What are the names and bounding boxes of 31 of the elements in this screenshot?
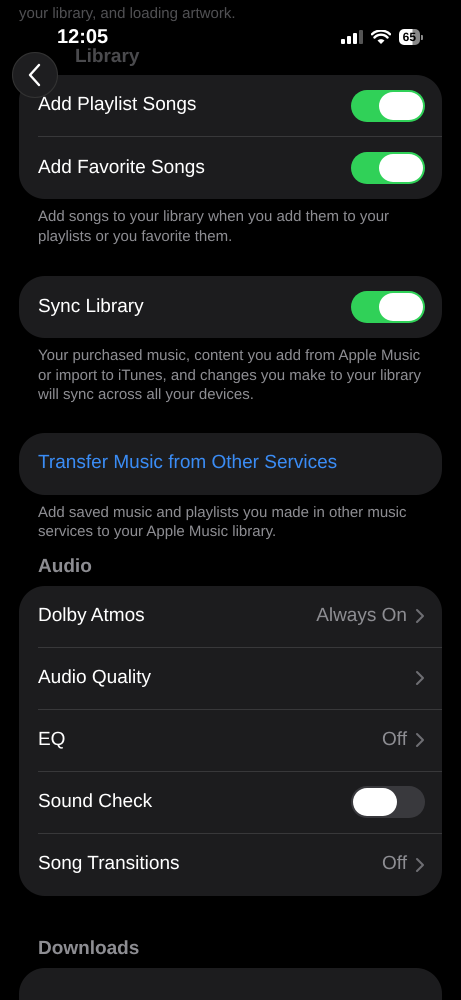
transfer-link[interactable]: Transfer Music from Other Services [38, 449, 338, 478]
setting-label: Sync Library [38, 294, 145, 319]
setting-value: Off [382, 728, 407, 752]
setting-label: Sound Check [38, 790, 154, 814]
footer-text: Add saved music and playlists you made in other music services to your Apple Music library. [37, 502, 408, 542]
setting-label: Add Favorite Songs [38, 156, 206, 180]
toggle-switch[interactable] [351, 90, 425, 122]
footer-text: Add songs to your library when you add them to your playlists or you favorite them. [37, 207, 390, 246]
toggle-switch[interactable] [351, 291, 425, 323]
chevron-icon[interactable] [415, 732, 425, 748]
chevron-icon[interactable] [415, 670, 425, 686]
setting-label: EQ [38, 728, 66, 752]
battery-level: 65 [398, 29, 420, 45]
toggle-switch[interactable] [351, 786, 425, 818]
setting-label: Song Transitions [38, 852, 181, 876]
chevron-icon[interactable] [415, 608, 425, 624]
toggle-switch[interactable] [351, 152, 425, 184]
chevron-icon[interactable] [415, 856, 425, 872]
section-header: Audio [37, 555, 93, 579]
setting-value: Off [382, 852, 407, 876]
footer-text: Your purchased music, content you add from Apple Music or import to iTunes, and changes you make to your library will sync across all your devices. [37, 346, 422, 404]
setting-label: Add Playlist Songs [38, 93, 198, 118]
back-icon[interactable] [28, 63, 42, 87]
signal-icon [340, 30, 363, 44]
setting-label: Dolby Atmos [38, 604, 146, 628]
wifi-icon [370, 30, 391, 44]
back-button[interactable] [12, 52, 58, 98]
setting-label: Audio Quality [38, 666, 152, 690]
setting-value: Always On [316, 604, 407, 628]
description-text: your library, and loading artwork. [18, 4, 236, 23]
section-header: Downloads [37, 937, 140, 961]
